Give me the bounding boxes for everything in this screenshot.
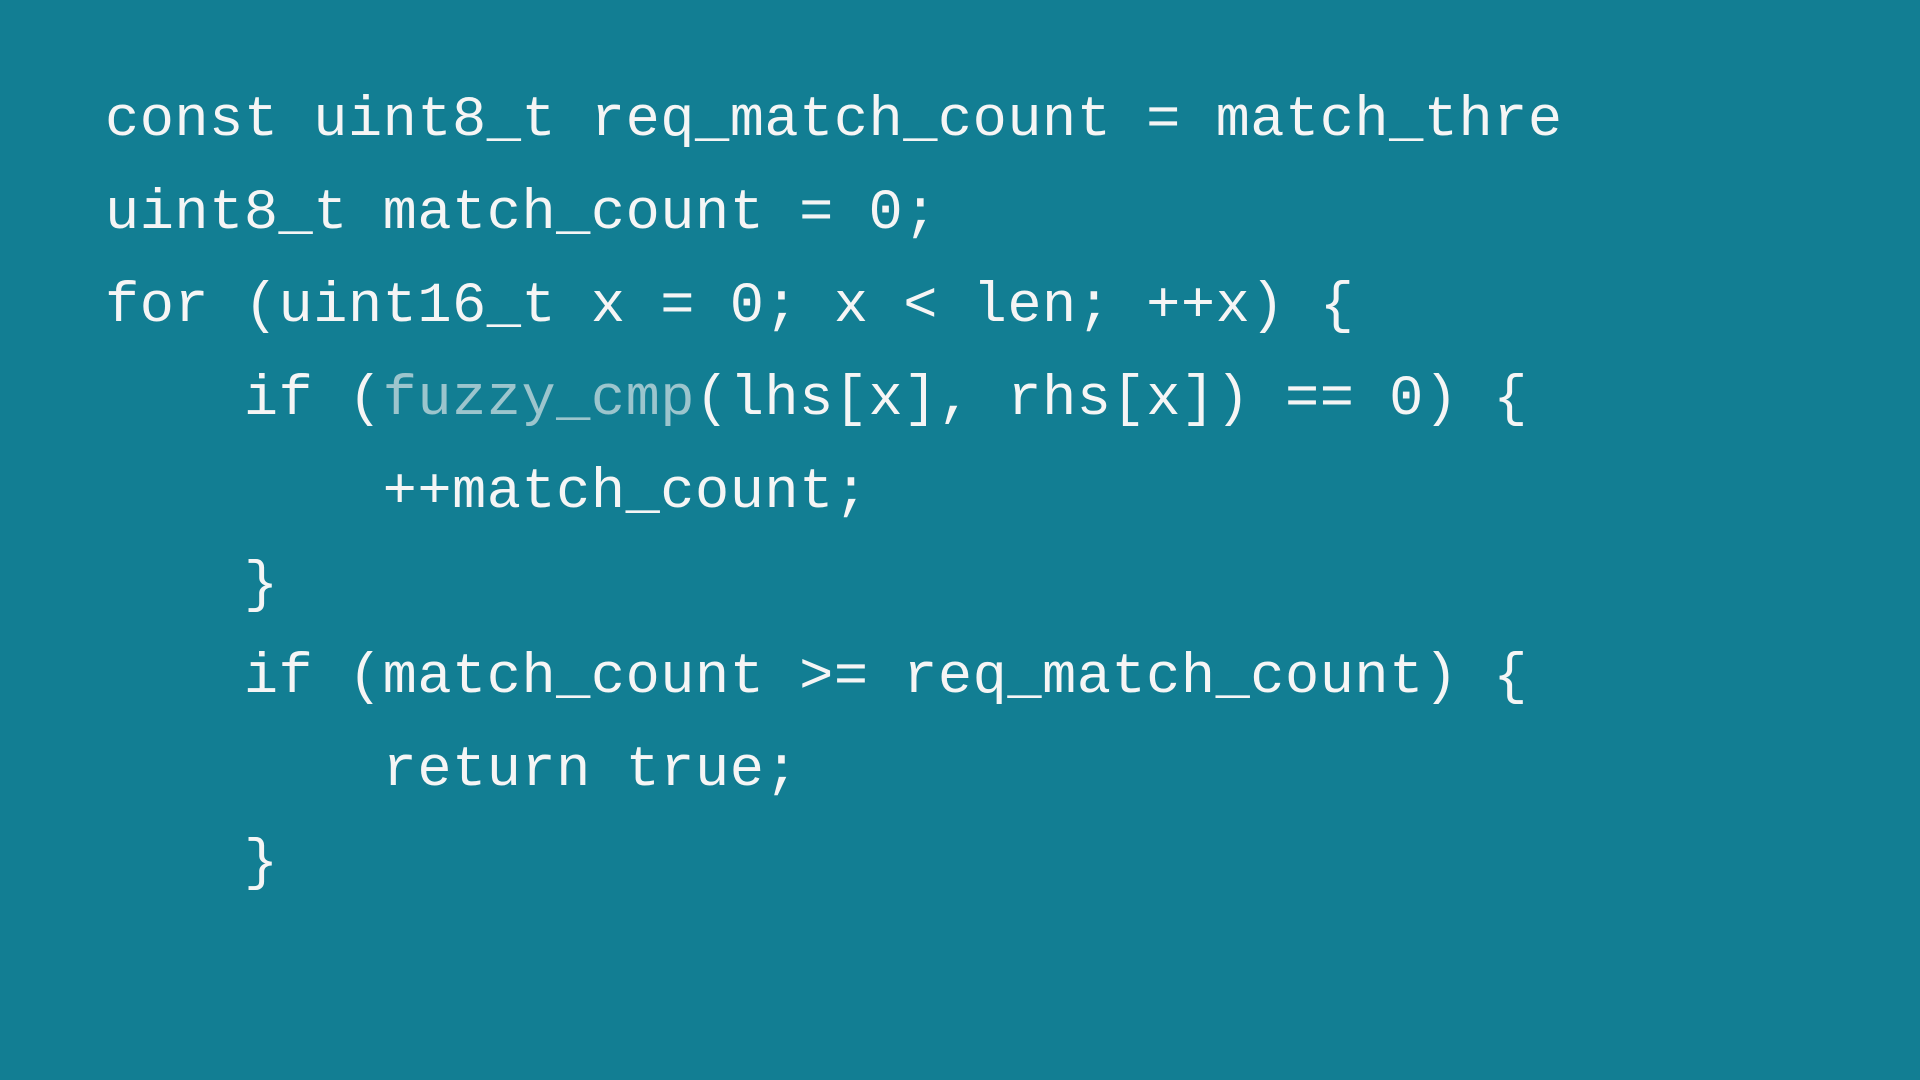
code-text: const uint8_t req_match_count = match_th… <box>105 89 1563 153</box>
code-text: if ( <box>105 368 383 432</box>
code-text: for (uint16_t x = 0; x < len; ++x) { <box>105 275 1354 339</box>
code-text: ++match_count; <box>105 461 869 525</box>
highlighted-token: fuzzy_cmp <box>383 368 695 432</box>
code-line-5: } <box>105 540 1920 633</box>
code-text: return true; <box>105 739 799 803</box>
code-line-4: ++match_count; <box>105 447 1920 540</box>
code-text: (lhs[x], rhs[x]) == 0) { <box>695 368 1528 432</box>
code-line-7: return true; <box>105 725 1920 818</box>
code-line-2: for (uint16_t x = 0; x < len; ++x) { <box>105 261 1920 354</box>
code-text: if (match_count >= req_match_count) { <box>105 646 1528 710</box>
code-text: } <box>105 554 279 618</box>
code-text: uint8_t match_count = 0; <box>105 182 938 246</box>
code-line-0: const uint8_t req_match_count = match_th… <box>105 75 1920 168</box>
code-line-1: uint8_t match_count = 0; <box>105 168 1920 261</box>
code-line-8: } <box>105 818 1920 911</box>
code-text: } <box>105 832 279 896</box>
code-block: const uint8_t req_match_count = match_th… <box>0 0 1920 911</box>
code-line-3: if (fuzzy_cmp(lhs[x], rhs[x]) == 0) { <box>105 354 1920 447</box>
code-line-6: if (match_count >= req_match_count) { <box>105 632 1920 725</box>
